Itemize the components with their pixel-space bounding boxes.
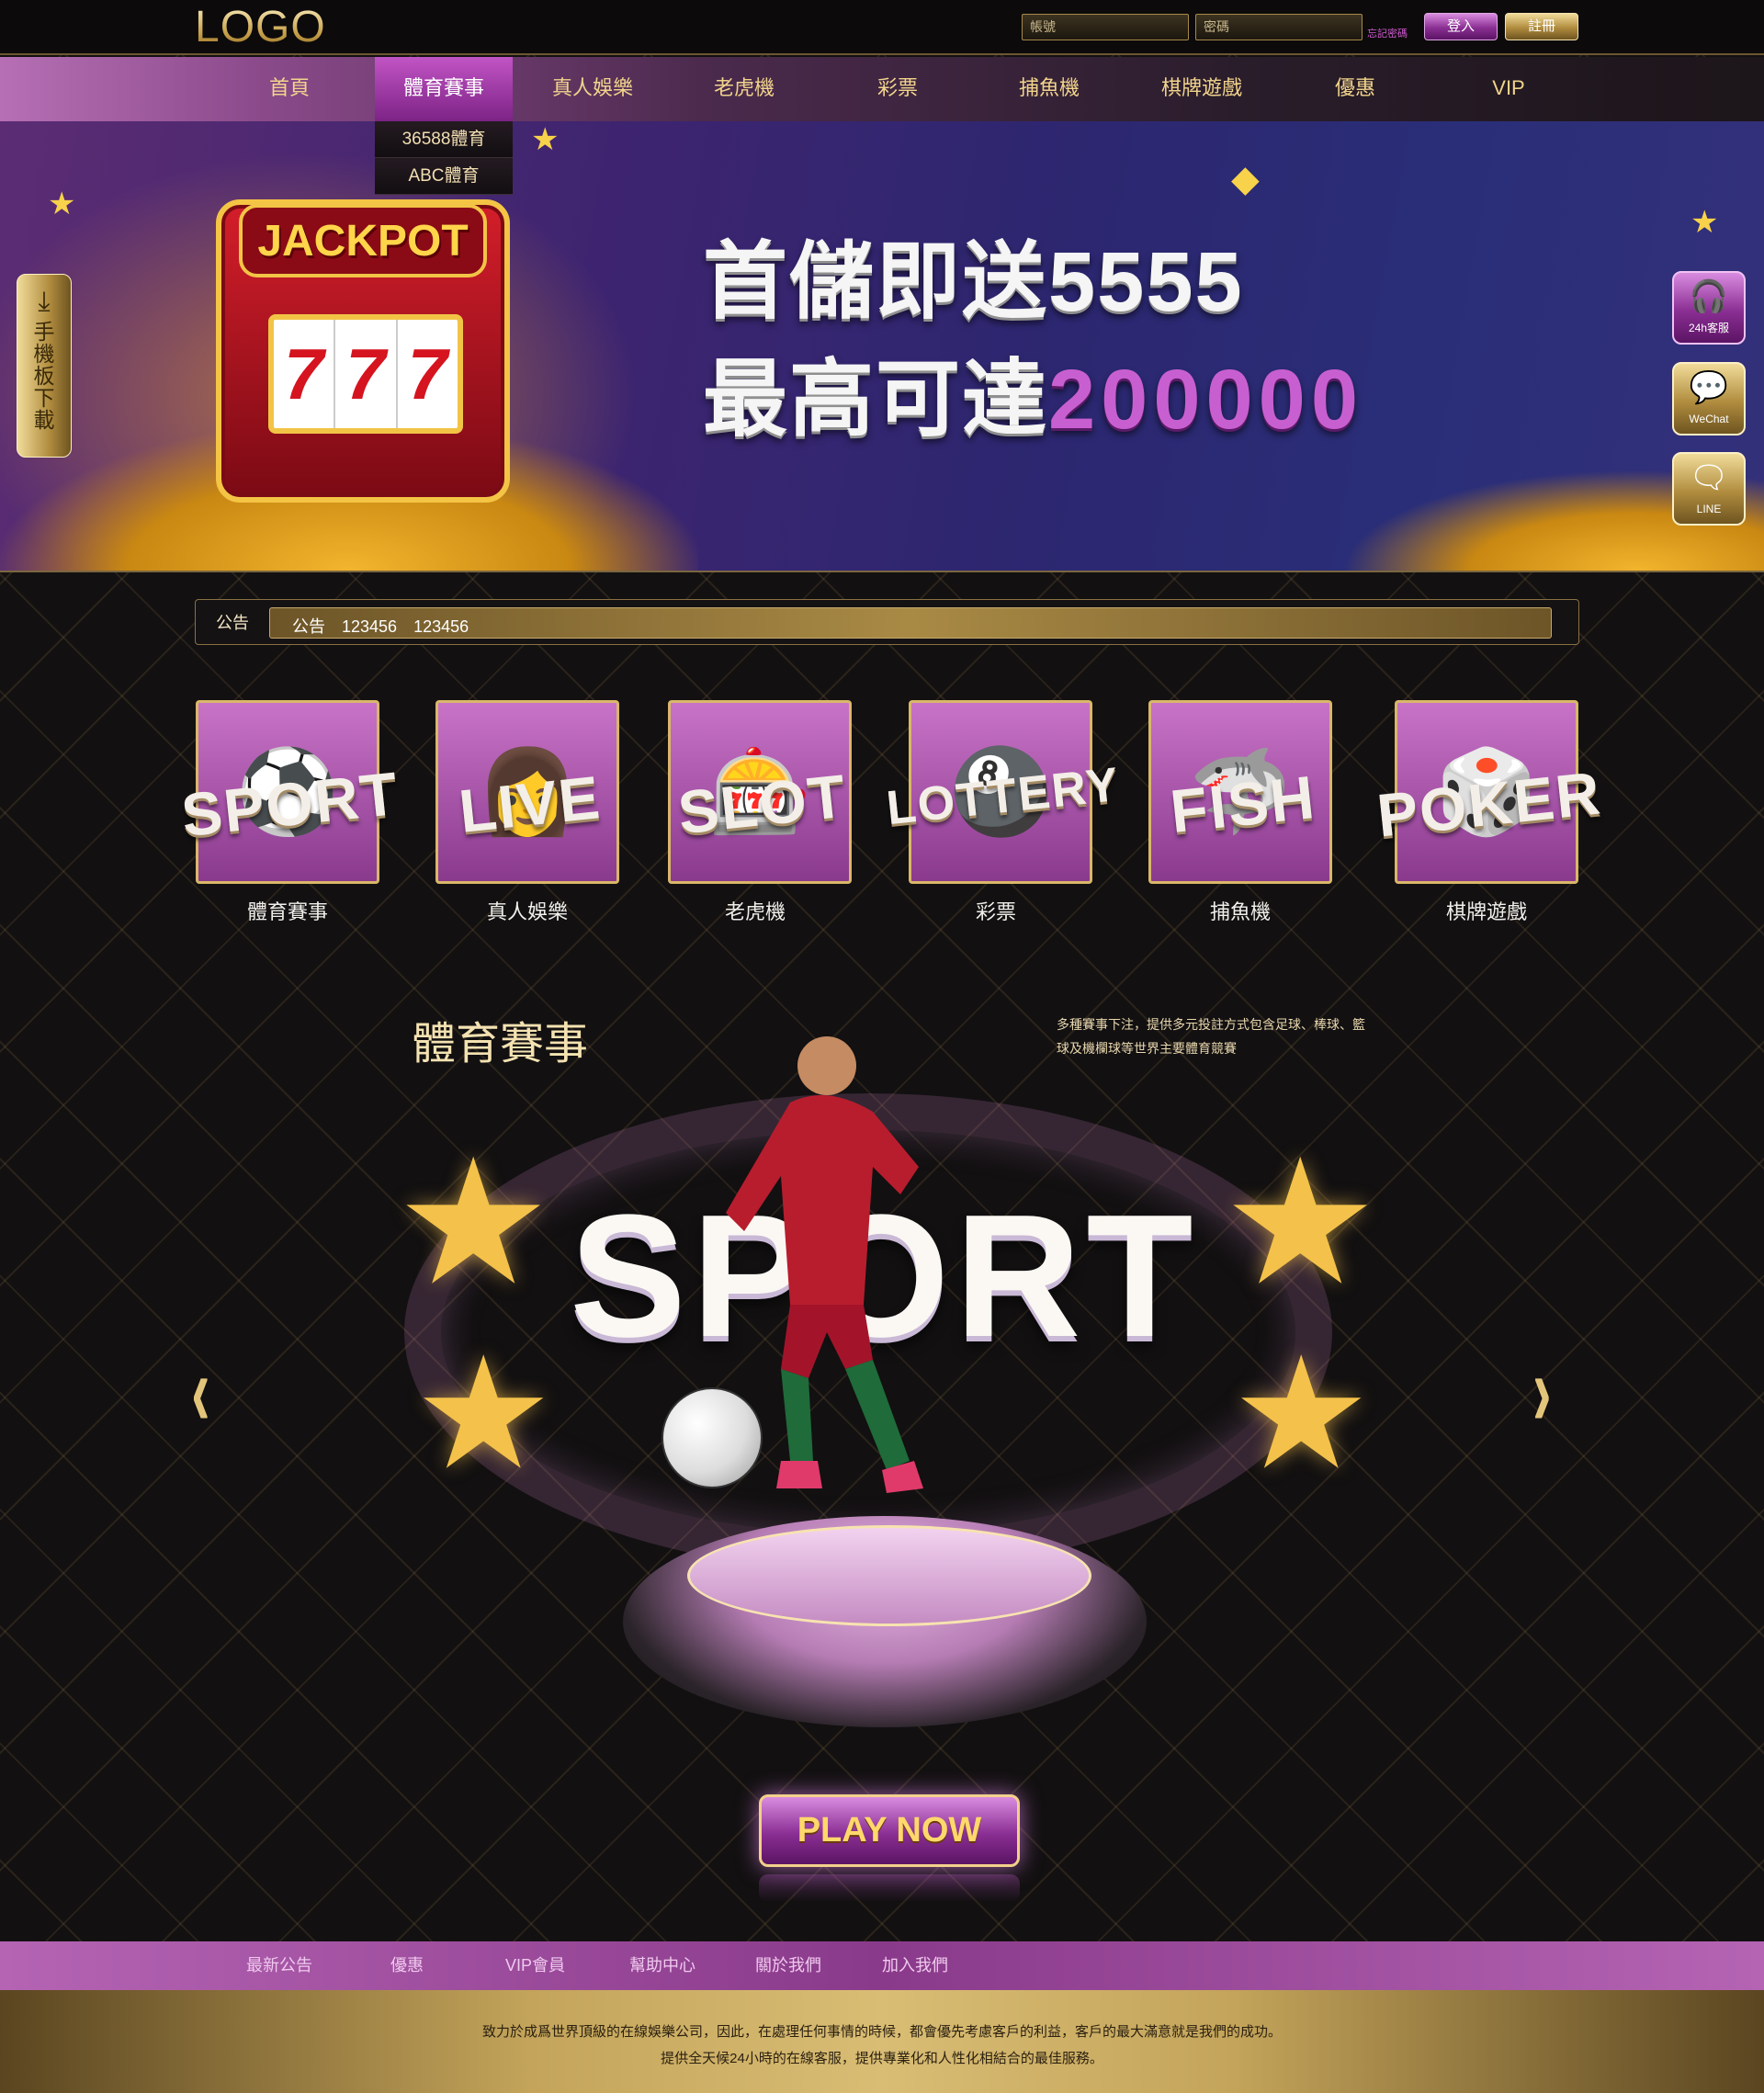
- star-icon: ★: [48, 187, 76, 221]
- category-label[interactable]: 真人娛樂: [417, 896, 638, 925]
- nav-board-games[interactable]: 棋牌遊戲: [1147, 57, 1257, 121]
- sports-dropdown: 36588體育 ABC體育: [375, 121, 513, 195]
- category-card-live[interactable]: 👩 LIVE: [435, 700, 619, 884]
- footer-link-help[interactable]: 幫助中心: [629, 1941, 695, 1990]
- category-word: LIVE: [456, 763, 605, 845]
- nav-live[interactable]: 真人娛樂: [537, 57, 648, 121]
- footer-text: 提供全天候24小時的在線客服，提供專業化和人性化相結合的最佳服務。: [661, 2051, 1103, 2066]
- jackpot-sign: JACKPOT: [239, 204, 487, 277]
- star-icon: ★: [1222, 1126, 1379, 1320]
- dropdown-item-36588[interactable]: 36588體育: [375, 121, 513, 158]
- account-input[interactable]: 帳號: [1022, 14, 1189, 40]
- footer: 致力於成爲世界頂級的在線娛樂公司，因此，在處理任何事情的時候，都會優先考慮客戶的…: [0, 1990, 1764, 2093]
- category-label[interactable]: 棋牌遊戲: [1376, 896, 1597, 925]
- banner-subheadline: 最高可達200000: [703, 331, 1363, 453]
- category-word: POKER: [1374, 758, 1605, 850]
- category-card-sport[interactable]: ⚽ SPORT: [178, 700, 402, 884]
- app-download-label: 手機板下載: [33, 320, 55, 432]
- footer-link-promotions[interactable]: 優惠: [390, 1941, 424, 1990]
- wechat-label: WeChat: [1689, 413, 1729, 425]
- main-nav: 首頁 體育賽事 真人娛樂 老虎機 彩票 捕魚機 棋牌遊戲 優惠 VIP: [0, 57, 1764, 121]
- register-button[interactable]: 註冊: [1505, 13, 1578, 40]
- promo-banner[interactable]: JACKPOT 7 7 7 ★ ★ ★ ◆ 首儲即送5555 最高可達20000…: [0, 121, 1764, 572]
- footer-nav: 最新公告 優惠 VIP會員 幫助中心 關於我們 加入我們: [0, 1941, 1764, 1990]
- line-button[interactable]: 🗨 LINE: [1672, 452, 1746, 526]
- footer-link-vip[interactable]: VIP會員: [505, 1941, 565, 1990]
- nav-fishing[interactable]: 捕魚機: [994, 57, 1104, 121]
- soccer-player-icon: [726, 1036, 923, 1493]
- customer-service-label: 24h客服: [1688, 322, 1730, 334]
- soccer-ball: [662, 1387, 763, 1488]
- play-button-reflection: [759, 1874, 1020, 1902]
- category-card-lottery[interactable]: 🎱 LOTTERY: [884, 700, 1123, 884]
- star-icon: ★: [531, 122, 560, 157]
- wechat-button[interactable]: 💬 WeChat: [1672, 362, 1746, 436]
- nav-sports[interactable]: 體育賽事: [375, 57, 513, 121]
- nav-vip[interactable]: VIP: [1453, 57, 1564, 121]
- wechat-icon: 💬: [1689, 370, 1729, 405]
- download-icon: ⤓: [38, 287, 51, 317]
- feature-title: 體育賽事: [412, 1020, 589, 1069]
- nav-slots[interactable]: 老虎機: [689, 57, 799, 121]
- line-icon: 🗨: [1689, 460, 1729, 495]
- customer-service-button[interactable]: 🎧 24h客服: [1672, 271, 1746, 345]
- top-bar: LOGO 帳號 密碼 忘記密碼 登入 註冊: [0, 0, 1764, 55]
- category-label[interactable]: 彩票: [886, 896, 1106, 925]
- support-agent-icon: 🎧: [1689, 279, 1729, 314]
- slot-reel: 7: [407, 334, 448, 414]
- star-icon: ★: [413, 1327, 554, 1501]
- play-now-button[interactable]: PLAY NOW: [759, 1794, 1020, 1867]
- footer-link-news[interactable]: 最新公告: [246, 1941, 312, 1990]
- announcement-bar: 公告 公告 123456 123456: [195, 599, 1579, 645]
- password-input[interactable]: 密碼: [1195, 14, 1363, 40]
- category-word: FISH: [1167, 762, 1319, 846]
- slot-reel: 7: [335, 320, 398, 428]
- banner-amount: 200000: [1048, 353, 1364, 447]
- category-card-fish[interactable]: 🦈 FISH: [1148, 700, 1332, 884]
- announcement-label: 公告: [216, 614, 249, 632]
- footer-text: 致力於成爲世界頂級的在線娛樂公司，因此，在處理任何事情的時候，都會優先考慮客戶的…: [481, 2024, 1282, 2040]
- nav-promotions[interactable]: 優惠: [1300, 57, 1410, 121]
- category-label[interactable]: 體育賽事: [177, 896, 398, 925]
- feature-description: 多種賽事下注，提供多元投註方式包含足球、棒球、籃球及機欄球等世界主要體育競賽: [1057, 1017, 1365, 1056]
- dropdown-item-abc[interactable]: ABC體育: [375, 158, 513, 195]
- star-icon: ★: [1690, 205, 1719, 240]
- star-icon: ★: [395, 1126, 552, 1320]
- slot-reel: 7: [274, 320, 336, 428]
- category-label[interactable]: 老虎機: [645, 896, 865, 925]
- star-icon: ★: [1231, 1327, 1372, 1501]
- category-card-slot[interactable]: 🎰 SLOT: [668, 700, 852, 884]
- login-button[interactable]: 登入: [1424, 13, 1498, 40]
- line-label: LINE: [1696, 503, 1722, 515]
- next-arrow-icon[interactable]: ›: [1532, 1332, 1551, 1449]
- banner-subheadline-prefix: 最高可達: [703, 353, 1049, 447]
- logo[interactable]: LOGO: [195, 2, 326, 52]
- diamond-icon: ◆: [1231, 159, 1260, 199]
- category-word: SPORT: [178, 758, 402, 850]
- app-download-button[interactable]: ⤓ 手機板下載: [17, 274, 72, 458]
- footer-link-join[interactable]: 加入我們: [882, 1941, 948, 1990]
- footer-link-about[interactable]: 關於我們: [755, 1941, 821, 1990]
- category-card-poker[interactable]: 🎲 POKER: [1374, 700, 1605, 884]
- announcement-marquee[interactable]: 公告 123456 123456: [269, 607, 1552, 639]
- previous-arrow-icon[interactable]: ‹: [191, 1332, 209, 1449]
- page: LOGO 帳號 密碼 忘記密碼 登入 註冊 首頁 體育賽事 真人娛樂 老虎機 彩…: [0, 0, 1764, 2093]
- forgot-password-link[interactable]: 忘記密碼: [1367, 26, 1408, 40]
- category-label[interactable]: 捕魚機: [1130, 896, 1351, 925]
- nav-lottery[interactable]: 彩票: [842, 57, 953, 121]
- category-word: SLOT: [674, 761, 851, 847]
- announcement-text: 公告 123456 123456: [292, 617, 469, 636]
- banner-headline: 首儲即送5555: [703, 235, 1244, 329]
- slot-reels: 7 7 7: [268, 314, 463, 434]
- nav-home[interactable]: 首頁: [234, 57, 345, 121]
